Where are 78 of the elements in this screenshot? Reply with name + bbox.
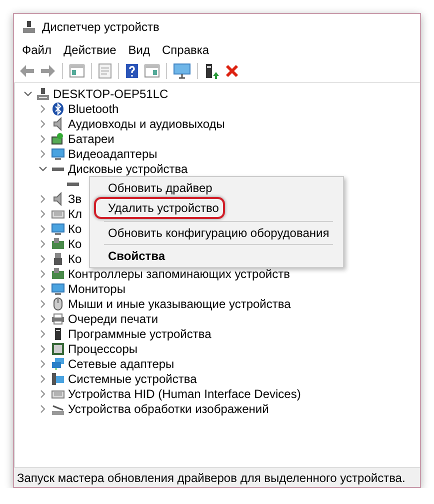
- pane-icon[interactable]: [68, 64, 86, 78]
- back-arrow-icon[interactable]: [18, 64, 36, 78]
- expand-chevron-icon[interactable]: [38, 388, 48, 398]
- expand-chevron-icon[interactable]: [38, 404, 48, 414]
- expand-chevron-icon[interactable]: [38, 358, 48, 368]
- tree-item[interactable]: Устройства обработки изображений: [68, 402, 269, 416]
- menu-item[interactable]: Справка: [156, 41, 216, 59]
- forward-arrow-icon[interactable]: [39, 64, 57, 78]
- menu-item[interactable]: Действие: [58, 41, 122, 59]
- processor-icon: [51, 342, 65, 356]
- properties-icon[interactable]: [97, 63, 113, 79]
- expand-chevron-icon[interactable]: [38, 374, 48, 384]
- monitor-icon: [51, 282, 65, 296]
- expand-chevron-icon[interactable]: [38, 238, 48, 248]
- monitor-icon: [51, 146, 65, 160]
- expand-chevron-icon[interactable]: [38, 134, 48, 144]
- mouse-icon: [51, 296, 65, 310]
- help-icon[interactable]: [124, 63, 140, 79]
- tree-item[interactable]: Ко: [68, 222, 82, 236]
- expand-chevron-icon[interactable]: [38, 148, 48, 158]
- tree-item[interactable]: Мониторы: [68, 282, 126, 296]
- expand-chevron-icon[interactable]: [38, 314, 48, 324]
- status-bar: Запуск мастера обновления драйверов для выделенного устройства.: [14, 467, 420, 487]
- tree-item[interactable]: Программные устройства: [68, 326, 212, 340]
- system-icon: [51, 372, 65, 386]
- pane-icon[interactable]: [143, 64, 161, 78]
- tree-item[interactable]: Устройства HID (Human Interface Devices): [68, 386, 301, 400]
- controller-board-icon: [51, 266, 65, 280]
- controller-board-icon: [51, 236, 65, 250]
- expand-chevron-icon[interactable]: [38, 118, 48, 128]
- expand-chevron-icon[interactable]: [38, 224, 48, 234]
- tree-item[interactable]: Ко: [68, 236, 82, 250]
- tree-item[interactable]: Мыши и иные указывающие устройства: [68, 296, 291, 310]
- expand-chevron-icon[interactable]: [38, 254, 48, 264]
- computer-icon: [36, 86, 50, 100]
- tree-item[interactable]: Сетевые адаптеры: [68, 356, 174, 370]
- plug-icon: [51, 252, 65, 266]
- monitor-icon[interactable]: [172, 63, 192, 79]
- monitor-icon: [51, 222, 65, 236]
- expand-chevron-icon[interactable]: [38, 344, 48, 354]
- tree-item[interactable]: Зв: [68, 192, 82, 206]
- expand-chevron-icon[interactable]: [38, 194, 48, 204]
- menu-item[interactable]: Свойства: [94, 247, 339, 265]
- expand-chevron-icon[interactable]: [38, 284, 48, 294]
- menu-item[interactable]: Обновить драйвер: [94, 179, 339, 197]
- menu-item[interactable]: Вид: [122, 41, 156, 59]
- collapse-chevron-icon[interactable]: [38, 164, 48, 174]
- delete-icon[interactable]: [224, 64, 240, 78]
- menu-item[interactable]: Удалить устройство: [94, 197, 225, 219]
- driver-update-icon[interactable]: [203, 63, 221, 79]
- printer-icon: [51, 312, 65, 326]
- expand-chevron-icon[interactable]: [38, 268, 48, 278]
- expand-chevron-icon[interactable]: [38, 104, 48, 114]
- tree-item[interactable]: DESKTOP-OEP51LC: [53, 86, 168, 100]
- disk-drive-icon: [67, 182, 79, 186]
- tree-item[interactable]: Аудиовходы и аудиовыходы: [68, 116, 225, 130]
- expand-chevron-icon[interactable]: [38, 298, 48, 308]
- tree-item[interactable]: Видеоадаптеры: [68, 146, 158, 160]
- expand-chevron-icon[interactable]: [38, 208, 48, 218]
- tree-item[interactable]: Кл: [68, 206, 82, 220]
- window-title: Диспетчер устройств: [42, 20, 160, 34]
- tree-item[interactable]: Очереди печати: [68, 312, 158, 326]
- menu-item[interactable]: Обновить конфигурацию оборудования: [94, 224, 339, 242]
- tree-item[interactable]: Контроллеры запоминающих устройств: [68, 266, 290, 280]
- network-icon: [51, 356, 65, 370]
- disk-drive-icon: [52, 166, 64, 170]
- tree-item[interactable]: Дисковые устройства: [68, 162, 188, 176]
- collapse-chevron-icon[interactable]: [23, 88, 33, 98]
- device-manager-icon: [22, 20, 36, 34]
- expand-chevron-icon[interactable]: [38, 328, 48, 338]
- tree-item[interactable]: Bluetooth: [68, 102, 119, 116]
- menu-item[interactable]: Файл: [16, 41, 58, 59]
- tree-item[interactable]: Батареи: [68, 132, 114, 146]
- battery-icon: [51, 132, 65, 146]
- tree-item[interactable]: Ко: [68, 252, 82, 266]
- tree-item[interactable]: Системные устройства: [68, 372, 197, 386]
- bluetooth-icon: [51, 102, 65, 116]
- tree-item[interactable]: Процессоры: [68, 342, 138, 356]
